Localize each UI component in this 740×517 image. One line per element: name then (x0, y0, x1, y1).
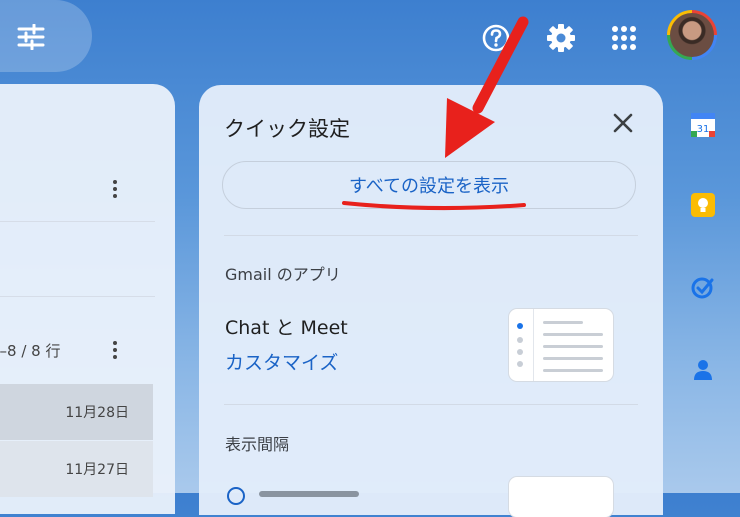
calendar-icon[interactable]: 31 (688, 110, 718, 140)
density-option-label-cut (259, 485, 379, 497)
quick-settings-title: クイック設定 (224, 117, 350, 141)
mail-date: 11月27日 (65, 462, 129, 478)
account-avatar[interactable] (667, 10, 717, 60)
tasks-icon[interactable] (688, 272, 718, 302)
mail-list-panel: 1–8 / 8 行 11月28日 11月27日 (0, 84, 175, 514)
more-options-icon[interactable] (113, 180, 119, 201)
density-preview[interactable] (509, 477, 613, 517)
chat-meet-label: Chat と Meet (225, 317, 348, 339)
calendar-day: 31 (697, 124, 710, 135)
avatar-photo (670, 13, 714, 57)
mail-row[interactable]: 11月27日 (0, 441, 153, 497)
help-icon[interactable] (478, 20, 514, 56)
mail-date: 11月28日 (65, 405, 129, 421)
apps-section-label: Gmail のアプリ (225, 265, 341, 284)
density-section-label: 表示間隔 (225, 435, 290, 454)
mail-row[interactable]: 11月28日 (0, 384, 153, 440)
density-radio[interactable] (227, 487, 245, 505)
divider (0, 296, 155, 297)
tune-icon[interactable] (16, 23, 46, 51)
gear-icon[interactable] (543, 20, 579, 56)
pagination-count: 1–8 / 8 行 (0, 342, 61, 360)
quick-settings-panel: クイック設定 すべての設定を表示 Gmail のアプリ Chat と Meet … (199, 85, 663, 517)
contacts-icon[interactable] (688, 354, 718, 384)
search-bar-edge (0, 0, 92, 72)
see-all-settings-button[interactable]: すべての設定を表示 (222, 161, 636, 209)
customize-link[interactable]: カスタマイズ (225, 348, 338, 375)
divider (0, 221, 155, 222)
more-options-icon[interactable] (113, 341, 119, 362)
apps-layout-preview[interactable] (509, 309, 613, 381)
divider (224, 235, 638, 236)
close-icon[interactable] (611, 111, 635, 135)
keep-icon[interactable] (688, 190, 718, 220)
divider (224, 404, 638, 405)
apps-grid-icon[interactable] (606, 20, 642, 56)
